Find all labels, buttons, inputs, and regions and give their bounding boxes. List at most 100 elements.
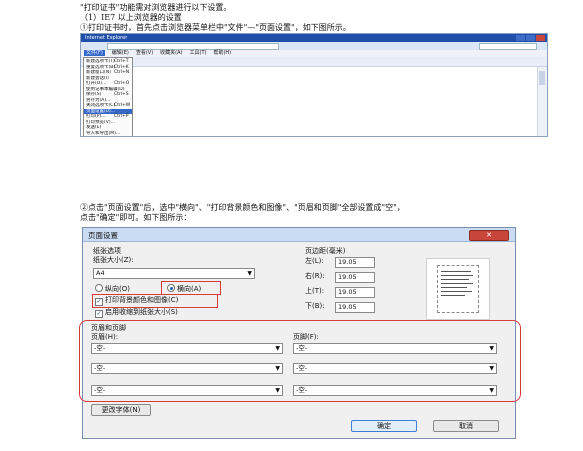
scrollbar-thumb[interactable] [539,71,545,85]
browser-title-bar: Internet Explorer [81,34,547,42]
doc-line-4: ②点击"页面设置"后，选中"横向"、"打印背景颜色和图像"、"页眉和页脚"全部设… [80,203,405,212]
header-select-2[interactable]: -空- ▼ [91,363,283,374]
file-menu-item-label: 新建窗口(N) [86,70,111,75]
address-bar [81,42,547,50]
margin-right-label: 右(R): [305,272,325,280]
chevron-down-icon: ▼ [275,387,280,394]
chevron-down-icon: ▼ [275,345,280,352]
file-menu-item-label: 保存(S) [86,92,102,97]
url-field[interactable] [107,43,279,50]
page-preview [426,258,490,320]
close-icon[interactable] [536,35,545,41]
paper-size-value: A4 [96,269,105,277]
paper-size-select[interactable]: A4 ▼ [93,268,255,279]
browser-title: Internet Explorer [85,35,128,41]
doc-line-5: 点击"确定"即可。如下图所示： [80,213,192,222]
file-menu-item-label: 新建选项卡(T) [86,59,115,64]
header-value-3: -空- [94,386,106,394]
landscape-highlight [161,281,221,295]
menu-file[interactable]: 文件(F) [84,50,105,56]
margin-top-label: 上(T): [305,287,325,295]
print-background-highlight [92,294,218,308]
chevron-down-icon: ▼ [489,345,494,352]
header-select-3[interactable]: -空- ▼ [91,385,283,396]
minimize-icon[interactable] [516,35,525,41]
toolbar [81,57,547,67]
search-field[interactable] [479,43,537,50]
shrink-to-fit-checkbox[interactable]: ✓ 启用收缩到纸张大小(S) [95,308,178,318]
file-menu-item-label: 另存为(A)... [86,97,111,103]
portrait-radio[interactable]: 纵向(O) [95,284,130,294]
margin-top-input[interactable]: 19.05 [335,287,375,298]
preview-line [441,295,465,296]
header-value-1: -空- [94,344,106,352]
preview-line [441,279,469,280]
file-menu-item-label: 属性(R) [86,136,102,137]
maximize-icon[interactable] [526,35,535,41]
preview-line [441,271,471,272]
file-menu-dropdown: 新建选项卡(T) Ctrl+T 重复选项卡(B) Ctrl+K 新建窗口(N) Ctrl+… [83,57,133,137]
page-setup-dialog: 页面设置 ✕ 纸张选项 纸张大小(Z): A4 ▼ 纵向(O) 横向(A) ✓ 打印… [79,227,521,439]
header-select-1[interactable]: -空- ▼ [91,343,283,354]
margins-title: 页边距(毫米) [305,247,346,255]
file-menu-item-label: 页面设置(U)... [86,108,116,114]
header-value-2: -空- [94,364,106,372]
file-menu-item-label: 导入和导出(M)... [86,130,121,136]
doc-line-2: （1）IE7 以上浏览器的设置 [80,13,182,22]
file-menu-item-label: 关闭选项卡(C) [86,103,116,108]
menu-tools[interactable]: 工具(T) [190,50,207,56]
file-menu-item-shortcut: Ctrl+N [114,70,130,75]
chevron-down-icon: ▼ [489,387,494,394]
file-menu-item-shortcut: Ctrl+P [114,114,129,119]
menu-help[interactable]: 帮助(H) [213,50,231,56]
chevron-down-icon: ▼ [247,270,252,277]
margin-right-input[interactable]: 19.05 [335,272,375,283]
file-menu-item-label: 打开(O)... [86,81,107,86]
margin-left-label: 左(L): [305,257,324,265]
margin-bottom-input[interactable]: 19.05 [335,302,375,313]
footer-select-1[interactable]: -空- ▼ [293,343,497,354]
paper-size-label: 纸张大小(Z): [93,256,134,264]
footer-value-2: -空- [296,364,308,372]
header-label: 页眉(H): [91,333,119,341]
dialog-title: 页面设置 [88,231,118,240]
change-font-button[interactable]: 更改字体(N) [91,404,151,416]
margin-left-input[interactable]: 19.05 [335,257,375,268]
chevron-down-icon: ▼ [275,365,280,372]
dialog-close-button[interactable]: ✕ [469,230,509,241]
menu-view[interactable]: 查看(V) [136,50,153,56]
window-buttons [515,35,545,41]
chevron-down-icon: ▼ [489,365,494,372]
footer-select-3[interactable]: -空- ▼ [293,385,497,396]
file-menu-item-shortcut: Ctrl+S [114,92,129,97]
file-menu-item-shortcut: Ctrl+W [114,103,131,108]
preview-line [441,291,472,292]
dialog-title-bar: 页面设置 ✕ [83,228,515,242]
header-footer-title: 页眉和页脚 [91,324,126,332]
file-menu-item-label: 重复选项卡(B) [86,64,116,70]
footer-select-2[interactable]: -空- ▼ [293,363,497,374]
footer-label: 页脚(F): [293,333,319,341]
margin-bottom-label: 下(B): [305,302,325,310]
preview-line [441,287,467,288]
file-menu-item[interactable]: 属性(R) [84,136,132,137]
shrink-to-fit-label: 启用收缩到纸张大小(S) [105,308,178,316]
cancel-button[interactable]: 取消 [433,420,499,432]
menu-favorites[interactable]: 收藏夹(A) [160,50,182,56]
ok-button[interactable]: 确定 [351,420,417,432]
radio-icon [95,284,103,292]
scrollbar[interactable] [537,67,547,136]
file-menu-item-label: 发送(E) [86,125,102,130]
page-content [81,67,537,136]
checkbox-checked-icon: ✓ [95,310,103,318]
doc-line-3: ①打印证书时，首先点击浏览器菜单栏中"文件"—"页面设置"，如下图所示。 [80,23,351,32]
preview-line [441,283,473,284]
menu-bar: 文件(F) 编辑(E) 查看(V) 收藏夹(A) 工具(T) 帮助(H) [81,50,547,57]
file-menu-item-label: 打印预览(V)... [86,119,115,125]
footer-value-3: -空- [296,386,308,394]
file-menu-item-shortcut: Ctrl+O [114,81,130,86]
file-menu-item-label: 打印(P)... [86,114,106,119]
browser-screenshot: Internet Explorer 文件(F) 编辑(E) 查看(V) 收藏夹(A) 工… [80,33,548,137]
menu-edit[interactable]: 编辑(E) [112,50,129,56]
file-menu-item-label: 新建会话(I) [86,75,109,81]
